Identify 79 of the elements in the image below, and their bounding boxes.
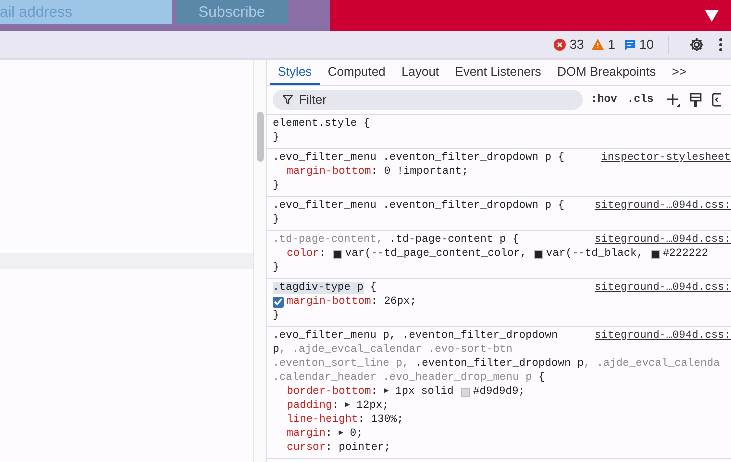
warning-icon: [592, 39, 604, 50]
settings-icon[interactable]: [689, 36, 705, 52]
property-name: color: [287, 247, 320, 261]
selector-text: .calendar_header .evo_header_drop_menu p: [273, 372, 534, 384]
selector-text: , .ajde_evcal_calendar .evo-sort-btn: [279, 344, 513, 356]
property-checkbox[interactable]: [273, 296, 284, 308]
selector-text: .tagdiv-type p: [273, 282, 364, 294]
sidebar-toggle-icon[interactable]: [712, 93, 721, 107]
selector-text: .eventon_sort_line p,: [273, 358, 410, 370]
property-name: line-height: [287, 413, 358, 427]
property-value: : pointer;: [326, 441, 391, 455]
more-tabs-button[interactable]: >>: [664, 60, 695, 85]
panel-tab[interactable]: Styles: [270, 60, 320, 85]
property-name: margin-bottom: [287, 295, 372, 309]
selector-text: {: [369, 282, 377, 294]
property-value: :: [326, 427, 334, 441]
property-value: var(--td_page_content_color,: [345, 247, 528, 261]
closing-brace: }: [273, 213, 280, 227]
selector-text: , .ajde_evcal_calenda: [584, 358, 720, 370]
error-count[interactable]: 33: [554, 37, 584, 52]
closing-brace: }: [273, 309, 280, 323]
toggle-button[interactable]: .cls: [625, 94, 656, 106]
source-link[interactable]: siteground-…094d.css:: [594, 281, 731, 295]
selector-text: .evo_filter_menu .eventon_filter_dropdown p {: [273, 152, 565, 164]
color-swatch[interactable]: [333, 250, 342, 258]
info-count[interactable]: 10: [624, 37, 654, 52]
property-value: :: [371, 385, 379, 399]
error-icon: [554, 38, 566, 50]
property-value: var(--td_black,: [546, 247, 644, 261]
property-value: : 26px;: [371, 295, 417, 309]
panel-tab[interactable]: Event Listeners: [447, 60, 550, 85]
property-name: margin: [287, 427, 326, 441]
paint-brush-icon[interactable]: [690, 93, 702, 107]
property-name: margin-bottom: [287, 165, 372, 179]
selector-text: {: [538, 372, 546, 384]
closing-brace: }: [273, 179, 280, 193]
message-icon: [624, 38, 636, 50]
property-value: : 0 !important;: [371, 165, 468, 179]
closing-brace: }: [273, 131, 280, 145]
panel-tab[interactable]: Computed: [320, 60, 394, 85]
warning-count[interactable]: 1: [592, 37, 616, 52]
property-name: padding: [287, 399, 332, 413]
property-value: #d9d9d9;: [473, 385, 526, 399]
toggle-button[interactable]: :hov: [589, 94, 620, 106]
scrollbar-thumb[interactable]: [256, 112, 264, 162]
property-name: cursor: [287, 441, 326, 455]
color-swatch[interactable]: [650, 250, 660, 258]
caret-icon[interactable]: [705, 10, 719, 22]
selector-text: .td-page-content p {: [390, 234, 520, 246]
panel-tab[interactable]: DOM Breakpoints: [549, 60, 664, 85]
selector-text: .eventon_filter_dropdown p: [416, 358, 584, 370]
property-value: #222222: [662, 247, 708, 261]
expand-arrow[interactable]: ▶: [338, 427, 344, 441]
source-link[interactable]: siteground-…094d.css:: [594, 233, 731, 247]
source-link[interactable]: inspector-stylesheet: [601, 151, 731, 165]
property-value: :: [332, 399, 340, 413]
panel-tab[interactable]: Layout: [394, 60, 448, 85]
selector-text: element.style {: [273, 118, 370, 130]
property-value: 0;: [349, 427, 364, 441]
property-value: 12px;: [356, 399, 390, 413]
source-link[interactable]: siteground-…094d.css:: [594, 329, 731, 343]
expand-arrow[interactable]: ▶: [345, 399, 350, 413]
selector-text: p: [273, 344, 280, 356]
closing-brace: }: [273, 261, 280, 275]
property-value: : 130%;: [358, 413, 404, 427]
selector-text: .evo_filter_menu .eventon_filter_dropdown p {: [273, 200, 565, 212]
filter-icon: [283, 95, 293, 105]
source-link[interactable]: siteground-…094d.css:: [594, 199, 731, 213]
property-value: 1px solid: [394, 385, 455, 399]
plus-icon[interactable]: [666, 93, 680, 107]
expand-arrow[interactable]: ▶: [384, 385, 390, 399]
selector-text: .evo_filter_menu p, .eventon_filter_dropdown: [273, 330, 558, 342]
color-swatch[interactable]: [461, 388, 470, 396]
more-options-icon[interactable]: [719, 38, 723, 52]
filter-field[interactable]: Filter: [273, 90, 583, 110]
property-name: border-bottom: [287, 385, 372, 399]
property-value: :: [319, 247, 327, 261]
color-swatch[interactable]: [534, 250, 544, 258]
selector-text: .td-page-content,: [273, 234, 384, 246]
